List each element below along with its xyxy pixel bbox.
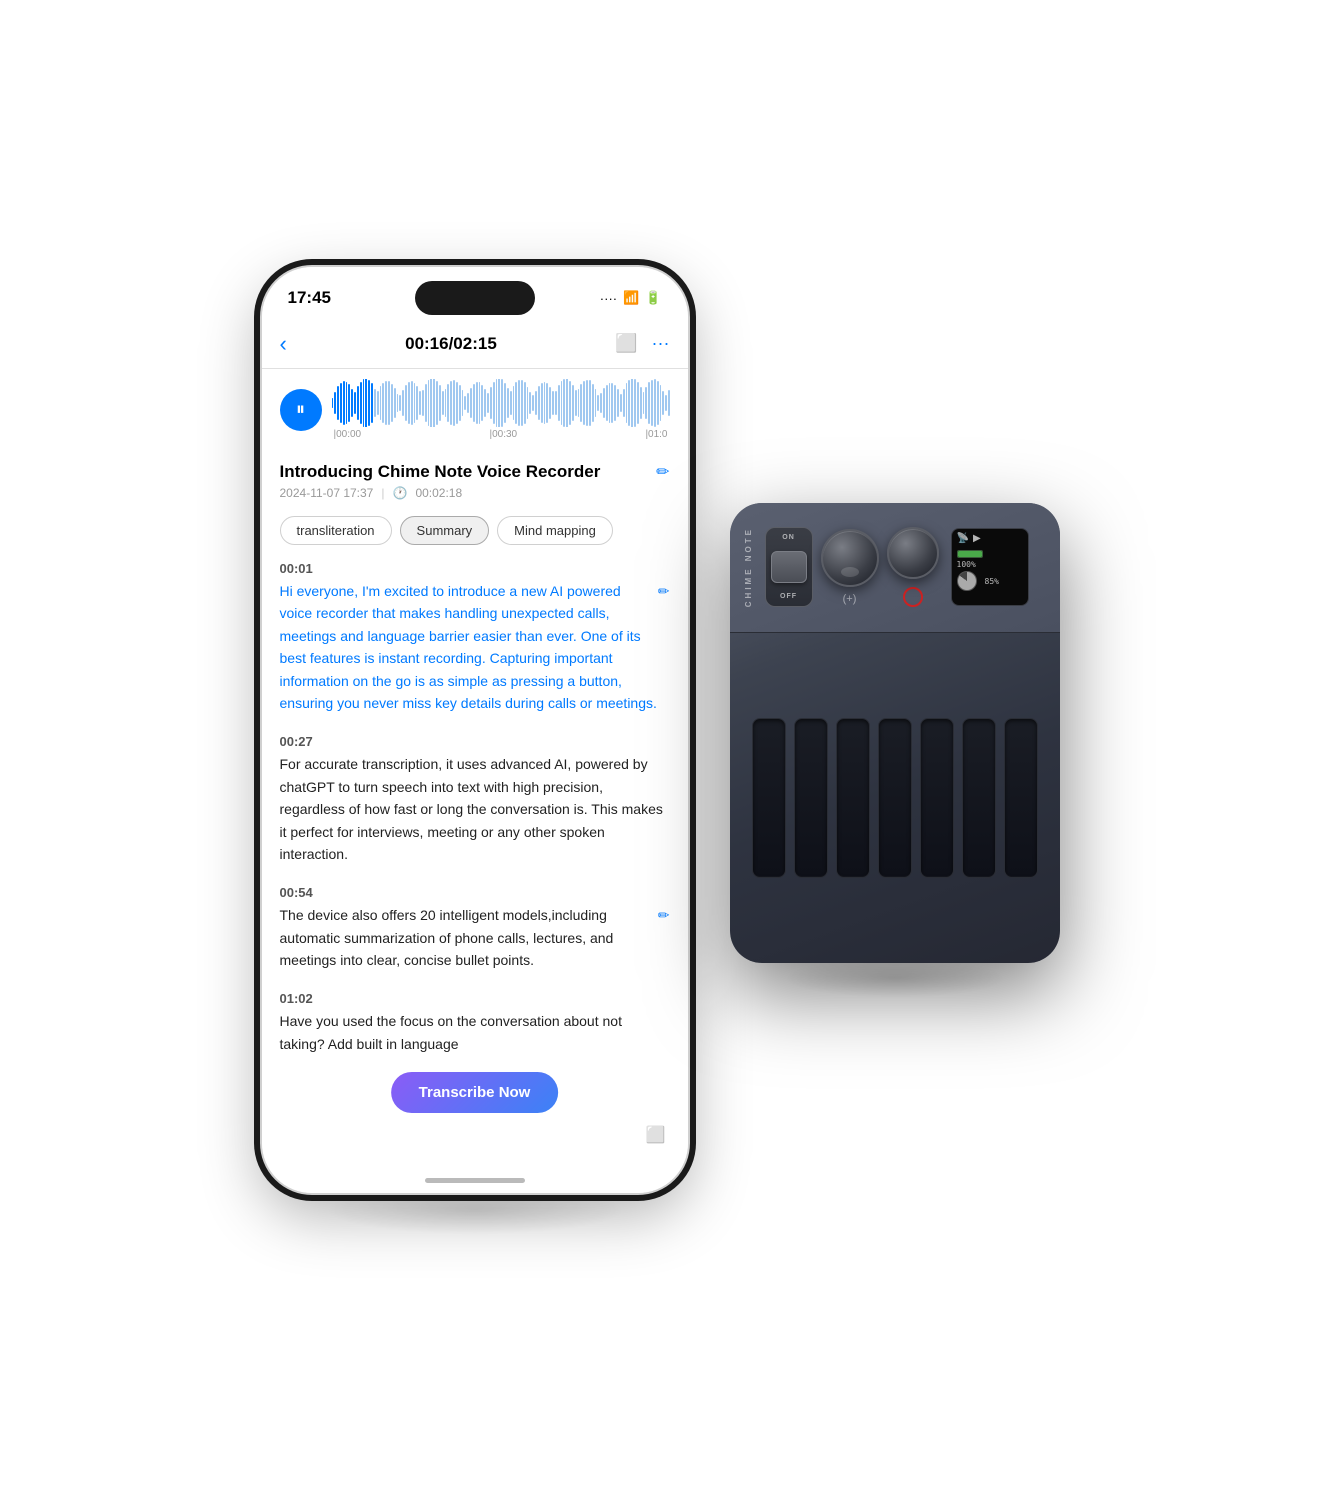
waveform-area: |00:00 |00:30 |01:0	[262, 369, 688, 450]
edit-icon-2[interactable]: ✏	[658, 904, 670, 926]
recording-meta: 2024-11-07 17:37 | 🕐 00:02:18	[280, 486, 670, 500]
device-brand: CHIME NOTE	[744, 527, 753, 607]
tab-transliteration[interactable]: transliteration	[280, 516, 392, 545]
nav-actions: ⬜ ···	[615, 333, 669, 354]
lcd-display: 📡 ▶ 100% 85%	[951, 528, 1029, 606]
off-label: OFF	[780, 593, 797, 600]
transcript-entry-1: 00:27 For accurate transcription, it use…	[280, 734, 670, 865]
tab-summary[interactable]: Summary	[400, 516, 490, 545]
export-button[interactable]: ⬜	[615, 333, 637, 354]
lcd-storage-pct: 85%	[985, 577, 999, 586]
transcript-entry-3: 01:02 Have you used the focus on the con…	[280, 991, 670, 1055]
wireless-icon: (+)	[843, 593, 857, 605]
grille-slot-1	[752, 718, 786, 878]
device-grille	[730, 633, 1060, 963]
lcd-battery-pct: 100%	[957, 560, 976, 569]
chime-note-device: CHIME NOTE ON OFF (+)	[730, 503, 1060, 963]
status-icons: ···· 📶 🔋	[600, 290, 662, 306]
transcript-text-1: For accurate transcription, it uses adva…	[280, 753, 670, 865]
transcript-text-3: Have you used the focus on the conversat…	[280, 1010, 670, 1055]
transcript-entry-2: 00:54 ✏ The device also offers 20 intell…	[280, 885, 670, 971]
wifi-icon: 📶	[623, 290, 639, 306]
record-indicator	[903, 587, 923, 607]
transcribe-now-button[interactable]: Transcribe Now	[391, 1072, 559, 1113]
clock-icon: 🕐	[392, 486, 407, 500]
edit-title-button[interactable]: ✏	[656, 462, 669, 482]
status-time: 17:45	[288, 288, 331, 308]
grille-slot-2	[794, 718, 828, 878]
dynamic-island	[415, 281, 535, 315]
recording-title: Introducing Chime Note Voice Recorder	[280, 462, 601, 482]
battery-icon: 🔋	[645, 290, 661, 306]
on-label: ON	[782, 534, 795, 541]
lcd-battery-fill	[958, 551, 982, 557]
grille-slot-5	[920, 718, 954, 878]
timestamp-0: 00:01	[280, 561, 670, 576]
nav-bar: ‹ 00:16/02:15 ⬜ ···	[262, 319, 688, 369]
signal-icon: ····	[600, 291, 617, 306]
playback-position: 00:16/02:15	[405, 334, 497, 354]
recording-info: Introducing Chime Note Voice Recorder ✏ …	[262, 450, 688, 508]
transcript-entry-0: 00:01 ✏ Hi everyone, I'm excited to intr…	[280, 561, 670, 714]
device-reflection	[785, 958, 1005, 998]
waveform-timeline: |00:00 |00:30 |01:0	[332, 429, 670, 440]
lcd-play-icon: ▶	[973, 533, 981, 544]
left-knob-group: (+)	[821, 529, 879, 605]
screen-record-icon: ⬜	[646, 1125, 666, 1145]
grille-slot-6	[962, 718, 996, 878]
toggle-thumb	[771, 551, 807, 583]
back-button[interactable]: ‹	[280, 331, 287, 357]
right-knob-group	[887, 527, 939, 607]
left-knob[interactable]	[821, 529, 879, 587]
timestamp-3: 01:02	[280, 991, 670, 1006]
tabs-row: transliteration Summary Mind mapping	[262, 508, 688, 553]
home-indicator	[425, 1178, 525, 1183]
waveform[interactable]	[332, 379, 670, 427]
transcribe-overlay: Transcribe Now	[391, 1072, 559, 1113]
tab-mind-mapping[interactable]: Mind mapping	[497, 516, 613, 545]
transcript-text-0: ✏ Hi everyone, I'm excited to introduce …	[280, 580, 670, 714]
power-toggle[interactable]: ON OFF	[765, 527, 813, 607]
timestamp-2: 00:54	[280, 885, 670, 900]
recording-date: 2024-11-07 17:37	[280, 486, 374, 500]
grille-slot-3	[836, 718, 870, 878]
grille-slot-4	[878, 718, 912, 878]
edit-icon-0[interactable]: ✏	[658, 580, 670, 602]
lcd-battery-bar	[957, 550, 983, 558]
more-button[interactable]: ···	[652, 333, 670, 354]
lcd-storage-pie	[957, 571, 977, 591]
device-controls: CHIME NOTE ON OFF (+)	[730, 503, 1060, 633]
right-knob[interactable]	[887, 527, 939, 579]
lcd-wifi-icon: 📡	[957, 533, 969, 544]
transcript-text-2: ✏ The device also offers 20 intelligent …	[280, 904, 670, 971]
timestamp-1: 00:27	[280, 734, 670, 749]
recording-duration: 00:02:18	[415, 486, 462, 500]
grille-slot-7	[1004, 718, 1038, 878]
pause-button[interactable]	[280, 389, 322, 431]
